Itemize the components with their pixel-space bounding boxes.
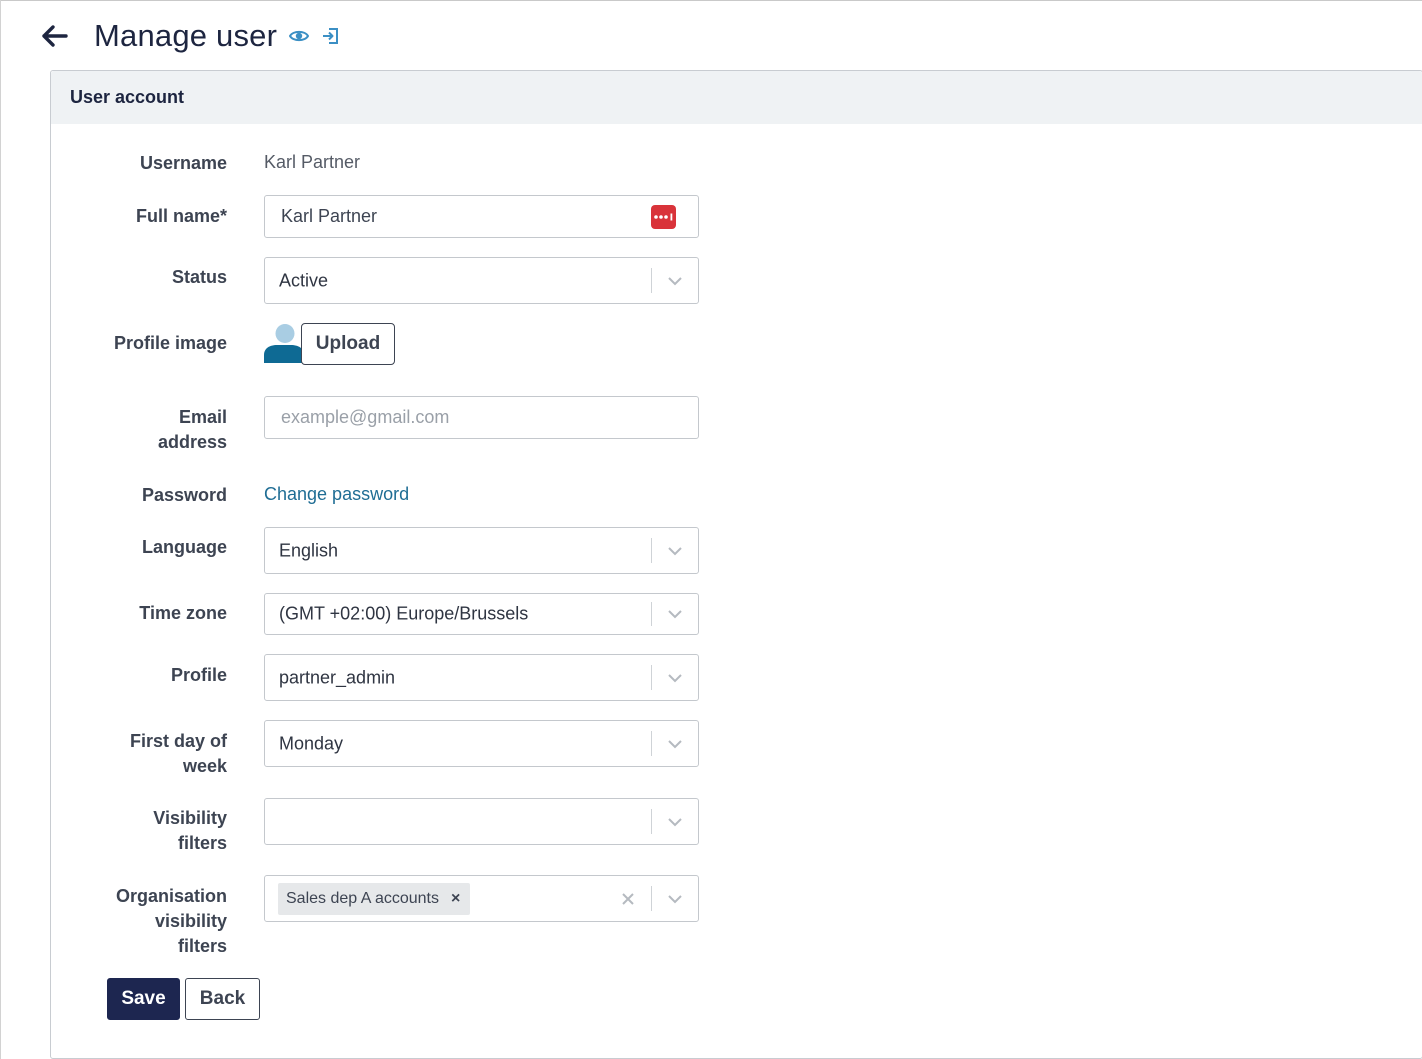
org-visibility-label-line3: filters [177, 936, 227, 956]
first-day-label-line2: week [182, 756, 227, 776]
time-zone-value: (GMT +02:00) Europe/Brussels [279, 603, 529, 624]
email-label: Email address [158, 405, 227, 455]
first-day-select[interactable]: Monday [264, 720, 699, 767]
visibility-filters-select[interactable] [264, 798, 699, 845]
full-name-label: Full name* [135, 206, 227, 226]
email-label-line2: address [157, 432, 227, 452]
back-button[interactable]: Back [185, 978, 260, 1020]
filter-tag: Sales dep A accounts × [278, 882, 471, 915]
language-value: English [279, 540, 339, 560]
chevron-down-icon[interactable] [666, 275, 684, 287]
window-left-border [0, 0, 1, 1059]
user-account-card: User account [50, 70, 1422, 1059]
profile-value: partner_admin [279, 667, 396, 687]
select-separator [651, 731, 652, 756]
select-separator [651, 268, 652, 293]
card-title: User account [51, 71, 1422, 124]
full-name-input[interactable] [264, 195, 699, 238]
change-password-link[interactable]: Change password [264, 484, 409, 505]
chevron-down-icon[interactable] [666, 893, 684, 905]
select-separator [651, 538, 652, 563]
email-field[interactable] [264, 396, 699, 439]
org-visibility-filters-select[interactable]: Sales dep A accounts × [264, 875, 699, 922]
back-arrow-icon[interactable] [36, 14, 72, 58]
avatar [264, 323, 304, 363]
filter-tag-label: Sales dep A accounts [286, 889, 439, 907]
chevron-down-icon[interactable] [666, 738, 684, 750]
status-value: Active [279, 270, 329, 290]
clear-icon[interactable] [620, 891, 636, 907]
username-value: Karl Partner [264, 152, 361, 172]
upload-button[interactable]: Upload [301, 323, 395, 365]
password-manager-icon[interactable] [651, 205, 676, 229]
profile-select[interactable]: partner_admin [264, 654, 699, 701]
password-label: Password [141, 485, 227, 505]
profile-image-label: Profile image [113, 333, 227, 353]
status-select[interactable]: Active [264, 257, 699, 304]
visibility-filters-label-line2: filters [177, 833, 227, 853]
tag-remove-button[interactable]: × [451, 890, 460, 908]
page-header: Manage user [36, 14, 339, 58]
select-separator [651, 809, 652, 834]
chevron-down-icon[interactable] [666, 672, 684, 684]
email-label-line1: Email [178, 407, 227, 427]
status-label: Status [171, 267, 227, 287]
first-day-value: Monday [279, 733, 344, 753]
select-separator [651, 886, 652, 911]
time-zone-label: Time zone [139, 603, 227, 623]
username-label: Username [139, 153, 227, 173]
login-icon[interactable] [321, 27, 339, 45]
time-zone-select[interactable]: (GMT +02:00) Europe/Brussels [264, 593, 699, 635]
chevron-down-icon[interactable] [666, 816, 684, 828]
eye-icon[interactable] [289, 29, 310, 43]
window-top-border [0, 0, 1422, 1]
org-visibility-filters-label: Organisation visibility filters [116, 884, 227, 959]
first-day-label: First day of week [130, 729, 227, 779]
page-title: Manage user [94, 18, 278, 53]
visibility-filters-label-line1: Visibility [153, 808, 227, 828]
language-select[interactable]: English [264, 527, 699, 574]
org-visibility-label-line1: Organisation [115, 886, 227, 906]
select-separator [651, 665, 652, 690]
chevron-down-icon[interactable] [666, 545, 684, 557]
profile-label: Profile [170, 665, 227, 685]
save-button[interactable]: Save [107, 978, 180, 1020]
org-visibility-label-line2: visibility [154, 911, 227, 931]
chevron-down-icon[interactable] [666, 608, 684, 620]
language-label: Language [141, 537, 227, 557]
select-separator [651, 602, 652, 626]
first-day-label-line1: First day of [129, 731, 227, 751]
visibility-filters-label: Visibility filters [153, 806, 227, 856]
